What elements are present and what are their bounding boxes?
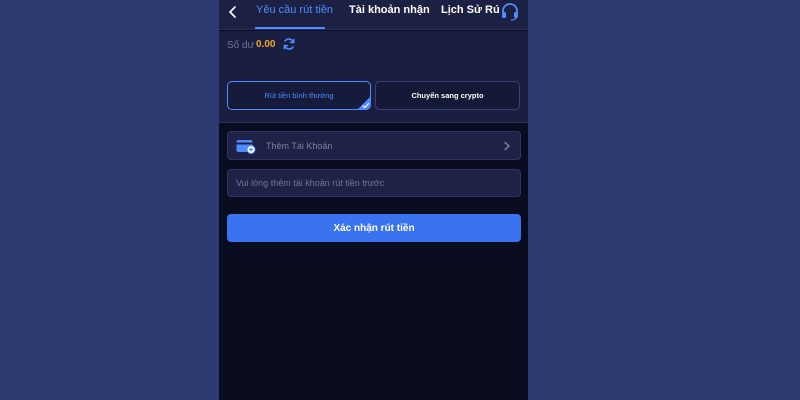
add-account-label: Thêm Tài Khoản [266, 141, 333, 151]
balance-label: Số dư [227, 40, 255, 51]
method-crypto-label: Chuyển sang crypto [411, 91, 484, 100]
add-account-row[interactable]: Thêm Tài Khoản [227, 131, 521, 160]
top-nav-bar: Yêu cầu rút tiền Tài khoản nhận Lịch Sử … [219, 0, 528, 30]
withdraw-form: Thêm Tài Khoản Xác nhận rút tiền [219, 123, 528, 400]
support-button[interactable] [500, 3, 520, 21]
withdraw-screen: Yêu cầu rút tiền Tài khoản nhận Lịch Sử … [219, 0, 528, 400]
withdraw-method-section: Rút tiền bình thường Chuyển sang crypto [219, 71, 528, 123]
wallet-icon [236, 140, 256, 154]
selected-check-icon [358, 97, 370, 109]
method-crypto-transfer[interactable]: Chuyển sang crypto [375, 81, 520, 110]
method-normal-label: Rút tiền bình thường [264, 91, 334, 100]
tab-receiving-account[interactable]: Tài khoản nhận [349, 4, 430, 30]
withdraw-account-input[interactable] [227, 169, 521, 197]
method-normal-withdraw[interactable]: Rút tiền bình thường [227, 81, 371, 110]
balance-section: Số dư 0.00 [219, 31, 528, 71]
active-tab-indicator [255, 27, 325, 29]
confirm-withdraw-button[interactable]: Xác nhận rút tiền [227, 214, 521, 242]
refresh-icon [283, 38, 295, 50]
tab-withdraw-history[interactable]: Lịch Sử Rú [441, 4, 500, 30]
headset-icon [502, 3, 518, 21]
chevron-left-icon [229, 6, 236, 18]
balance-value: 0.00 [256, 39, 276, 50]
refresh-balance-button[interactable] [282, 37, 296, 51]
chevron-right-icon [504, 141, 510, 151]
back-button[interactable] [225, 4, 241, 20]
